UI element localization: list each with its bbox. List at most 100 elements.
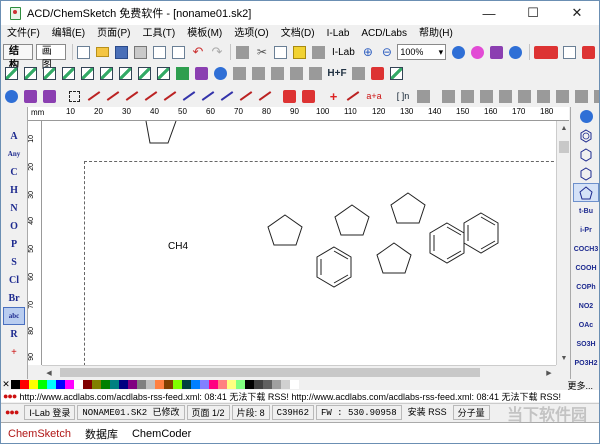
color-swatch[interactable] (191, 380, 200, 389)
print-preview-button[interactable] (151, 44, 168, 61)
zoom-select[interactable]: 100% ▾ (397, 44, 447, 60)
atom-label-button[interactable]: a+a (363, 88, 385, 105)
color-swatch[interactable] (119, 380, 128, 389)
plus-charge-button[interactable]: + (325, 88, 342, 105)
cut-button[interactable]: ✂ (253, 44, 270, 61)
pink-dots-button[interactable] (469, 44, 486, 61)
coph-group-button[interactable]: COPh (571, 278, 599, 297)
eraser-tool-button[interactable] (571, 107, 599, 126)
new-document-button[interactable] (75, 44, 92, 61)
optimize-button[interactable] (193, 65, 210, 82)
color-swatch[interactable] (11, 380, 20, 389)
tool-button-2[interactable] (440, 88, 457, 105)
template-button-7[interactable] (117, 65, 134, 82)
wavy-bond-button[interactable] (218, 88, 235, 105)
color-swatch[interactable] (128, 380, 137, 389)
atom-any[interactable]: Any (1, 145, 27, 163)
color-swatch[interactable] (218, 380, 227, 389)
color-swatch[interactable] (290, 380, 299, 389)
zoom-out-button[interactable]: ⊖ (378, 44, 395, 61)
ilab-login-status[interactable]: I-Lab 登录 (24, 405, 76, 420)
undo-button[interactable]: ↶ (189, 44, 206, 61)
atom-o[interactable]: O (1, 217, 27, 235)
template-button-5[interactable] (79, 65, 96, 82)
color-swatch[interactable] (182, 380, 191, 389)
bond-button-5[interactable] (161, 88, 178, 105)
menu-help[interactable]: 帮助(H) (413, 25, 459, 42)
rotate-button[interactable] (22, 88, 39, 105)
atom-br[interactable]: Br (1, 289, 27, 307)
color-swatch[interactable] (155, 380, 164, 389)
atom-p[interactable]: P (1, 235, 27, 253)
tool-button-4[interactable] (478, 88, 495, 105)
tool-button-5[interactable] (497, 88, 514, 105)
atom-cl[interactable]: Cl (1, 271, 27, 289)
cyclohexane-template-button[interactable] (571, 145, 599, 164)
color-dots-button[interactable] (450, 44, 467, 61)
atom-r[interactable]: R (1, 325, 27, 343)
atom-s[interactable]: S (1, 253, 27, 271)
menu-edit[interactable]: 编辑(E) (46, 25, 91, 42)
color-swatch[interactable] (65, 380, 74, 389)
menu-ilab[interactable]: I-Lab (321, 25, 356, 42)
template-button-4[interactable] (60, 65, 77, 82)
color-swatch[interactable] (263, 380, 272, 389)
color-swatch[interactable] (164, 380, 173, 389)
bond-button-4[interactable] (142, 88, 159, 105)
tool-button-7[interactable] (535, 88, 552, 105)
color-swatch[interactable] (227, 380, 236, 389)
coch3-group-button[interactable]: COCH3 (571, 240, 599, 259)
color-swatch[interactable] (272, 380, 281, 389)
open-button[interactable] (94, 44, 111, 61)
benzene-template-button[interactable] (571, 126, 599, 145)
tab-chemcoder[interactable]: ChemCoder (125, 428, 198, 440)
add-hydrogens-button[interactable]: H+F (326, 65, 348, 82)
ring-template-button[interactable] (571, 164, 599, 183)
scroll-right-icon[interactable]: ▶ (542, 366, 556, 380)
color-swatch[interactable] (281, 380, 290, 389)
tab-database[interactable]: 数据库 (78, 426, 125, 442)
vertical-scroll-thumb[interactable] (559, 141, 569, 153)
menu-options[interactable]: 选项(O) (228, 25, 274, 42)
color-swatch[interactable] (200, 380, 209, 389)
horizontal-scroll-thumb[interactable] (60, 368, 480, 377)
redo-button[interactable]: ↷ (208, 44, 225, 61)
tool-button-3[interactable] (459, 88, 476, 105)
color-swatch[interactable] (245, 380, 254, 389)
no-color-icon[interactable]: ✕ (1, 379, 11, 390)
sdf-button-6[interactable] (350, 65, 367, 82)
color-swatch[interactable] (83, 380, 92, 389)
settings-button[interactable] (580, 44, 597, 61)
save-button[interactable] (113, 44, 130, 61)
bond-button-3[interactable] (123, 88, 140, 105)
color-swatch[interactable] (137, 380, 146, 389)
color-swatch[interactable] (92, 380, 101, 389)
menu-tools[interactable]: 工具(T) (136, 25, 181, 42)
color-swatch[interactable] (236, 380, 245, 389)
po3h2-group-button[interactable]: PO3H2 (571, 354, 599, 373)
color-swatch[interactable] (110, 380, 119, 389)
tab-chemsketch[interactable]: ChemSketch (1, 428, 78, 440)
no2-group-button[interactable]: NO2 (571, 297, 599, 316)
template-button-8[interactable] (136, 65, 153, 82)
drawing-canvas[interactable]: CH4 (42, 121, 556, 365)
scroll-down-icon[interactable]: ▼ (557, 351, 571, 365)
color-swatch[interactable] (74, 380, 83, 389)
chart-button[interactable] (533, 44, 559, 61)
horizontal-scrollbar[interactable]: ◀ ▶ (42, 365, 556, 378)
color-swatch[interactable] (56, 380, 65, 389)
cooh-group-button[interactable]: COOH (571, 259, 599, 278)
oac-group-button[interactable]: OAc (571, 316, 599, 335)
atom-n[interactable]: N (1, 199, 27, 217)
template-button-2[interactable] (22, 65, 39, 82)
copy-button[interactable] (272, 44, 289, 61)
template-button-9[interactable] (155, 65, 172, 82)
bracket-button[interactable]: [ ]n (393, 88, 413, 105)
atom-plus[interactable]: + (1, 343, 27, 361)
flip-button[interactable] (488, 44, 505, 61)
pen-button[interactable] (41, 88, 58, 105)
stereo-button[interactable] (212, 65, 229, 82)
template-button-1[interactable] (3, 65, 20, 82)
arrow-button[interactable] (344, 88, 361, 105)
3d-viewer-button[interactable] (369, 65, 386, 82)
